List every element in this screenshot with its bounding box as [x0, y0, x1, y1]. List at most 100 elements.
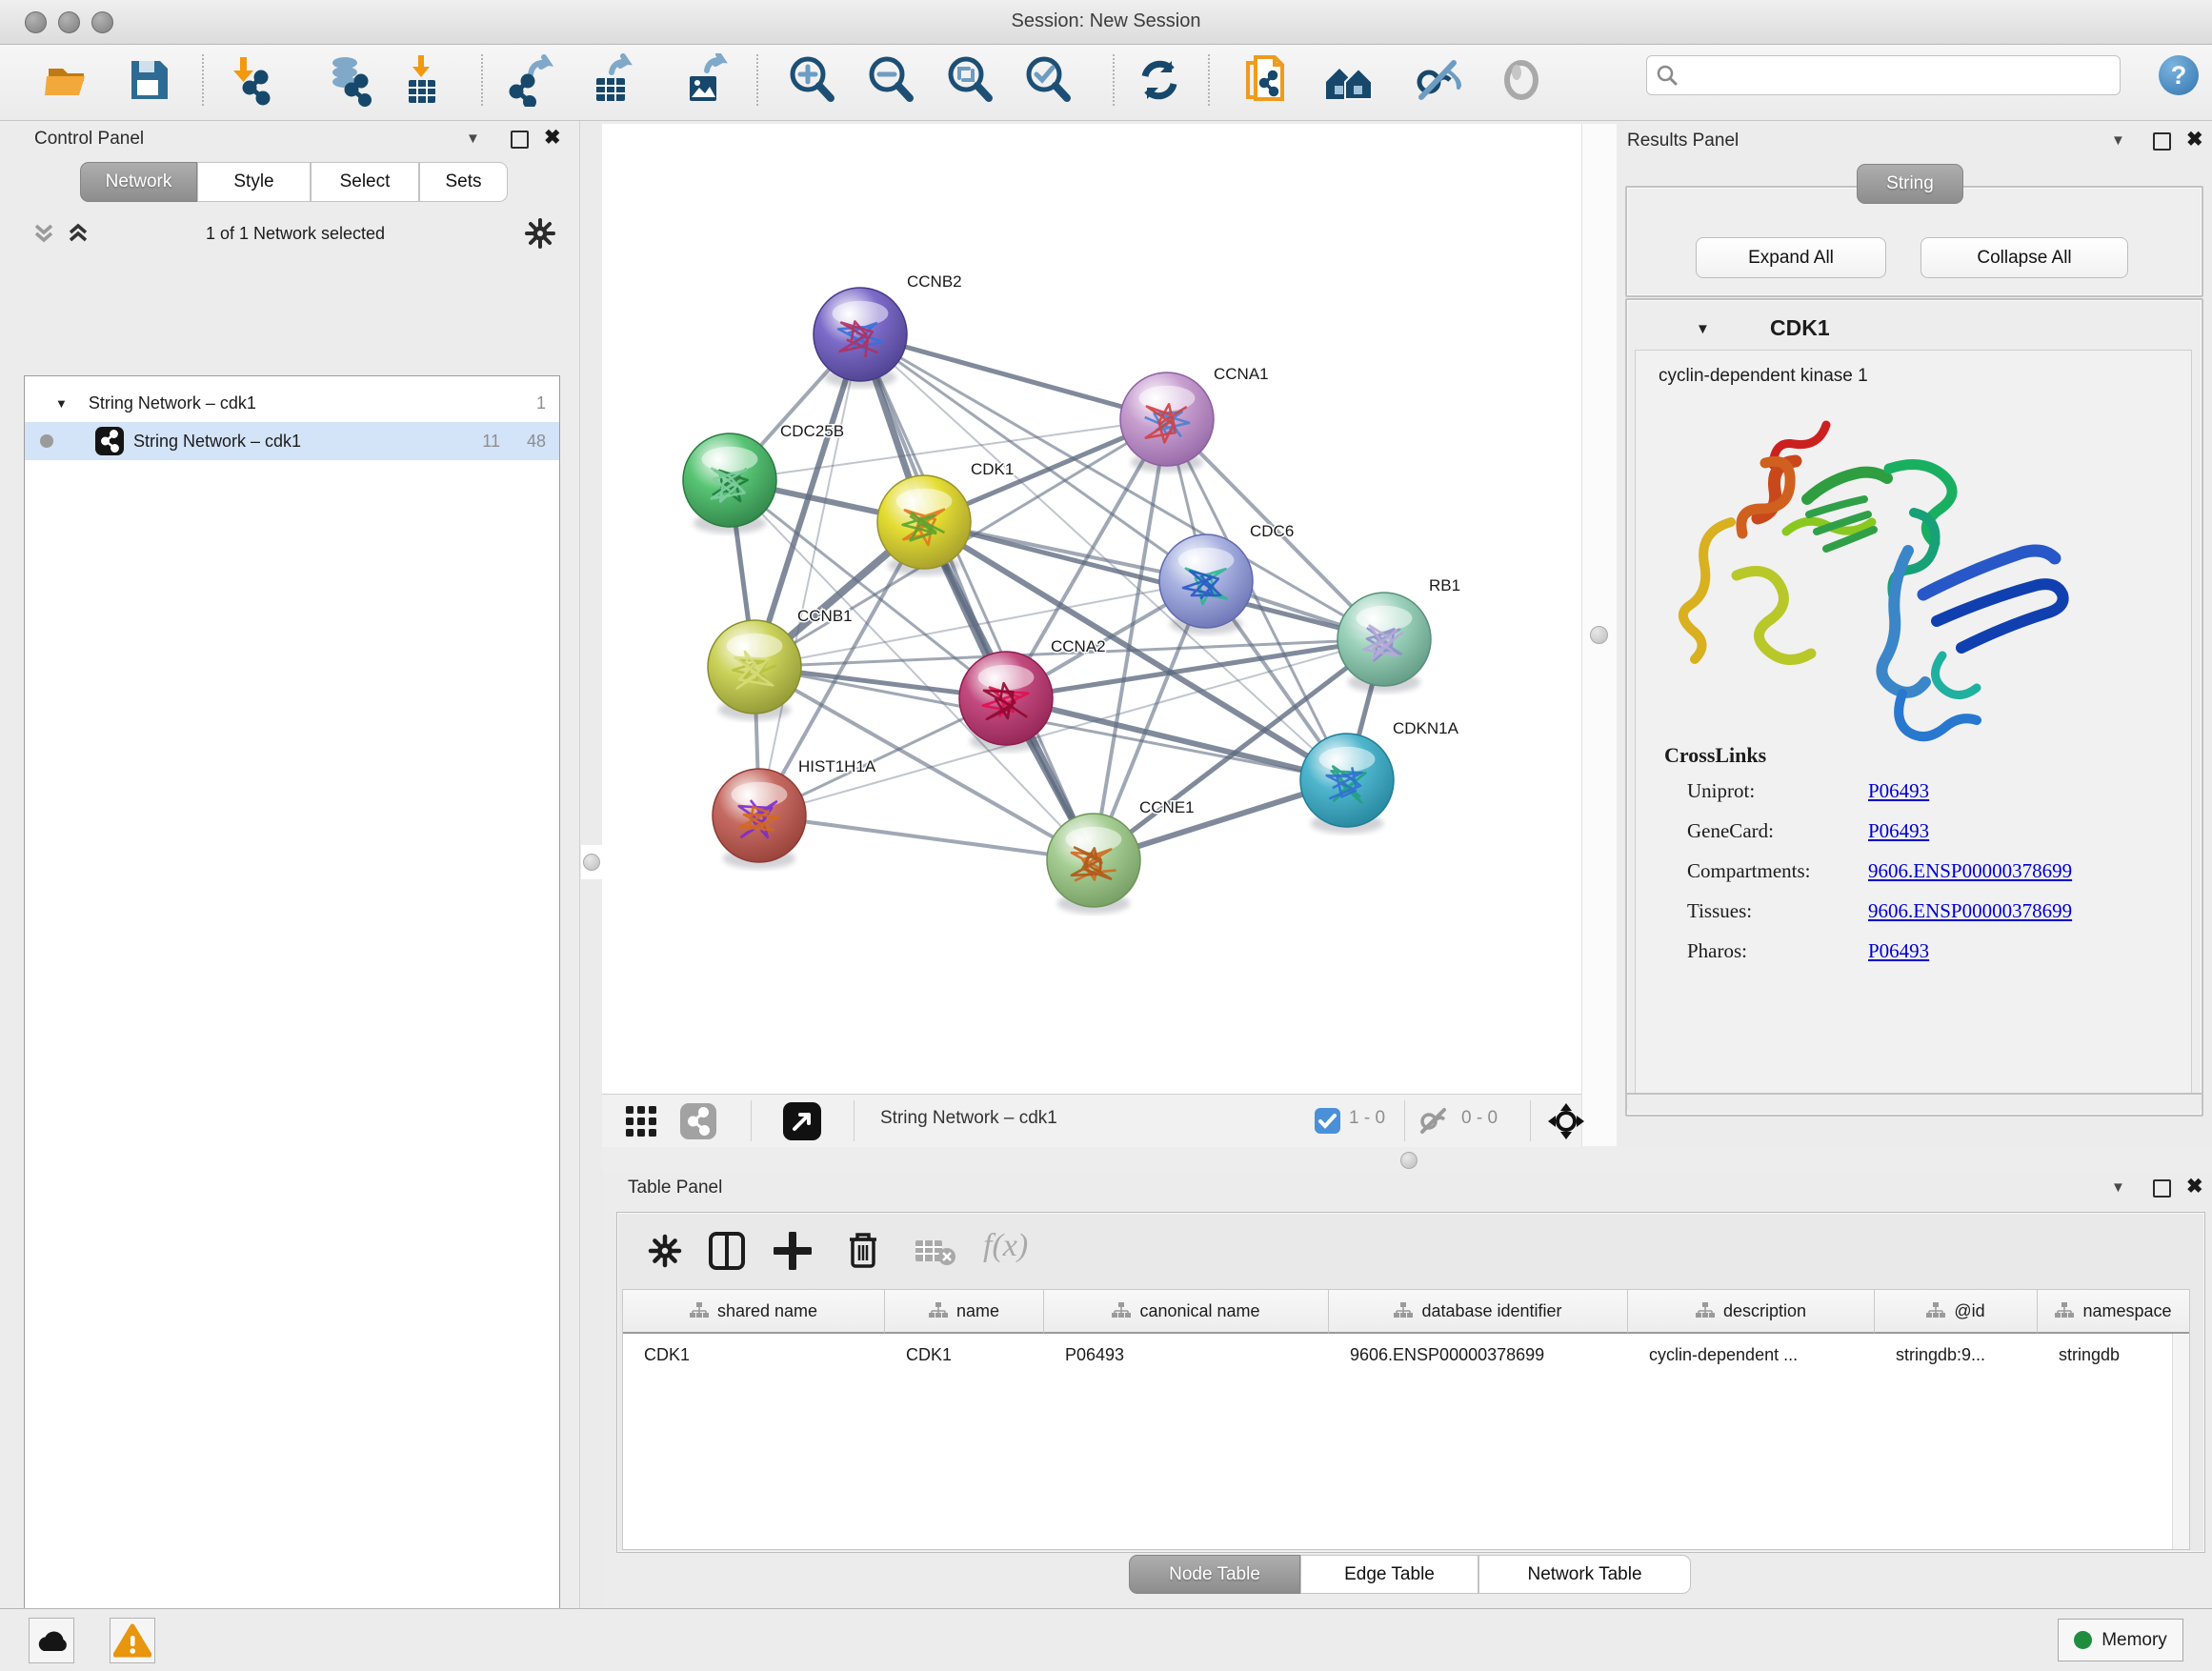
crosslink-link[interactable]: 9606.ENSP00000378699	[1868, 859, 2072, 883]
zoom-selected-icon[interactable]	[1021, 53, 1075, 107]
help-button[interactable]: ?	[2159, 55, 2199, 95]
search-input[interactable]	[1687, 59, 2120, 91]
tab-network-table[interactable]: Network Table	[1478, 1555, 1691, 1594]
panel-menu-icon[interactable]: ▼	[466, 131, 480, 147]
zoom-in-icon[interactable]	[785, 53, 838, 107]
table-panel-tabs: Node TableEdge TableNetwork Table	[1129, 1555, 1691, 1594]
collapse-all-networks-icon[interactable]	[30, 220, 57, 247]
hide-nodes-icon[interactable]	[1412, 53, 1465, 107]
memory-status-dot	[2074, 1631, 2092, 1649]
network-options-gear-icon[interactable]	[524, 217, 556, 250]
column-header-sharedname[interactable]: shared name	[623, 1290, 885, 1334]
network-node-CCNB1[interactable]	[708, 620, 801, 720]
import-table-file-icon[interactable]	[395, 53, 449, 107]
string-home-icon[interactable]	[1322, 53, 1376, 107]
add-column-icon[interactable]	[774, 1232, 812, 1270]
selected-counts: 1 - 0	[1349, 1108, 1385, 1129]
tab-string[interactable]: String	[1857, 164, 1963, 204]
save-session-icon[interactable]	[122, 53, 175, 107]
left-splitter[interactable]	[579, 121, 603, 1608]
hidden-eye-icon[interactable]	[1418, 1106, 1450, 1135]
manage-apps-icon[interactable]	[1240, 53, 1294, 107]
network-node-CCNA1[interactable]	[1120, 372, 1214, 473]
column-header-description[interactable]: description	[1628, 1290, 1875, 1334]
gene-card-expander-icon[interactable]: ▼	[1696, 321, 1710, 337]
delete-table-icon[interactable]	[915, 1238, 956, 1266]
delete-column-icon[interactable]	[846, 1230, 880, 1270]
network-collection-row[interactable]: ▼ String Network – cdk1 1	[25, 384, 559, 422]
tab-node-table[interactable]: Node Table	[1129, 1555, 1300, 1594]
network-node-HIST1H1A[interactable]	[713, 769, 806, 869]
selected-checkbox-icon[interactable]	[1315, 1108, 1340, 1134]
crosslink-link[interactable]: 9606.ENSP00000378699	[1868, 899, 2072, 923]
tab-network[interactable]: Network	[80, 162, 197, 202]
collapse-all-button[interactable]: Collapse All	[1920, 237, 2128, 278]
panel-close-icon[interactable]: ✖	[2186, 128, 2203, 151]
vertical-scrollbar-track[interactable]	[2172, 1334, 2189, 1549]
cloud-button[interactable]	[29, 1618, 74, 1663]
open-session-icon[interactable]	[41, 53, 94, 107]
network-node-CCNA2[interactable]	[959, 652, 1053, 752]
table-cell[interactable]: P06493	[1044, 1334, 1329, 1376]
network-row[interactable]: String Network – cdk1 11 48	[25, 422, 559, 460]
grid-view-icon[interactable]	[625, 1105, 657, 1137]
table-cell[interactable]: 9606.ENSP00000378699	[1329, 1334, 1628, 1376]
tab-style[interactable]: Style	[197, 162, 311, 202]
panel-close-icon[interactable]: ✖	[2186, 1175, 2203, 1198]
fit-selected-crosshair-icon[interactable]	[1547, 1102, 1585, 1140]
panel-float-icon[interactable]	[2153, 132, 2171, 151]
expand-all-button[interactable]: Expand All	[1696, 237, 1886, 278]
column-header-name[interactable]: name	[885, 1290, 1044, 1334]
crosslink-link[interactable]: P06493	[1868, 819, 1929, 843]
show-columns-icon[interactable]	[709, 1232, 745, 1270]
results-panel-title: Results Panel	[1627, 131, 1739, 151]
network-node-CDC6[interactable]	[1159, 534, 1253, 634]
tree-expander-icon[interactable]: ▼	[55, 396, 68, 411]
export-network-icon[interactable]	[506, 53, 559, 107]
network-node-CCNE1[interactable]	[1047, 814, 1140, 914]
right-splitter[interactable]	[1581, 124, 1617, 1174]
column-header-id[interactable]: @id	[1875, 1290, 2038, 1334]
refresh-view-icon[interactable]	[1133, 53, 1186, 107]
import-network-database-icon[interactable]	[324, 53, 377, 107]
network-edge	[759, 334, 860, 815]
expand-all-networks-icon[interactable]	[65, 220, 91, 247]
network-icon-gray[interactable]	[680, 1103, 716, 1139]
network-node-CCNB2[interactable]	[814, 288, 907, 388]
export-table-icon[interactable]	[585, 53, 638, 107]
highlight-icon[interactable]	[1495, 53, 1548, 107]
panel-close-icon[interactable]: ✖	[544, 126, 561, 150]
tab-select[interactable]: Select	[311, 162, 419, 202]
panel-float-icon[interactable]	[2153, 1179, 2171, 1198]
zoom-fit-icon[interactable]	[943, 53, 996, 107]
function-builder-icon[interactable]: f(x)	[983, 1228, 1028, 1264]
column-header-databaseidentifier[interactable]: database identifier	[1329, 1290, 1628, 1334]
network-node-CDK1[interactable]	[877, 475, 971, 575]
network-node-RB1[interactable]	[1337, 593, 1431, 693]
panel-menu-icon[interactable]: ▼	[2111, 132, 2125, 149]
memory-button[interactable]: Memory	[2058, 1619, 2183, 1661]
zoom-out-icon[interactable]	[864, 53, 917, 107]
tab-sets[interactable]: Sets	[419, 162, 508, 202]
tab-edge-table[interactable]: Edge Table	[1300, 1555, 1478, 1594]
crosslink-link[interactable]: P06493	[1868, 939, 1929, 963]
network-graph[interactable]: CCNB2CCNA1CDC25BCDK1CDC6RB1CCNB1CCNA2CDK…	[602, 124, 1581, 1094]
birdseye-view-icon[interactable]	[783, 1102, 821, 1140]
table-cell[interactable]: stringdb:9...	[1875, 1334, 2038, 1376]
export-image-icon[interactable]	[678, 53, 732, 107]
panel-float-icon[interactable]	[511, 131, 529, 149]
import-network-file-icon[interactable]	[224, 53, 277, 107]
network-node-CDKN1A[interactable]	[1300, 734, 1394, 834]
network-node-CDC25B[interactable]	[683, 433, 776, 534]
table-settings-gear-icon[interactable]	[648, 1234, 682, 1268]
panel-menu-icon[interactable]: ▼	[2111, 1179, 2125, 1196]
table-cell[interactable]: CDK1	[885, 1334, 1044, 1376]
column-header-namespace[interactable]: namespace	[2038, 1290, 2190, 1334]
table-row[interactable]: CDK1CDK1P064939606.ENSP00000378699cyclin…	[623, 1334, 2189, 1376]
crosslink-link[interactable]: P06493	[1868, 779, 1929, 803]
warnings-button[interactable]	[110, 1618, 155, 1663]
table-cell[interactable]: CDK1	[623, 1334, 885, 1376]
column-header-canonicalname[interactable]: canonical name	[1044, 1290, 1329, 1334]
table-cell[interactable]: stringdb	[2038, 1334, 2190, 1376]
table-cell[interactable]: cyclin-dependent ...	[1628, 1334, 1875, 1376]
